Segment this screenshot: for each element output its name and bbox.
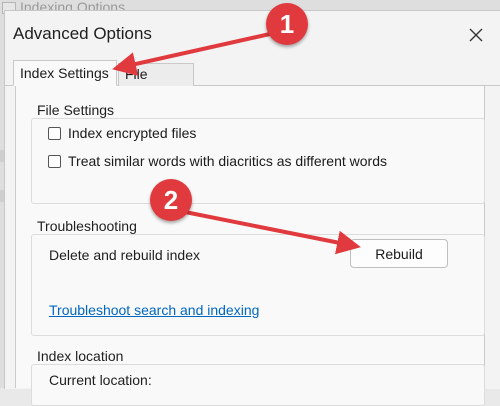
close-button[interactable] bbox=[460, 21, 492, 49]
index-location-label: Index location bbox=[37, 348, 124, 364]
close-icon bbox=[469, 28, 483, 42]
tab-index-settings[interactable]: Index Settings bbox=[13, 60, 117, 86]
tab-file-types[interactable]: File Types bbox=[118, 63, 194, 102]
diacritics-checkbox[interactable]: Treat similar words with diacritics as d… bbox=[48, 153, 387, 169]
file-settings-label: File Settings bbox=[37, 102, 115, 118]
rebuild-button[interactable]: Rebuild bbox=[350, 239, 448, 268]
troubleshooting-label: Troubleshooting bbox=[37, 218, 137, 234]
index-encrypted-files-checkbox[interactable]: Index encrypted files bbox=[48, 125, 196, 141]
annotation-badge-1: 1 bbox=[266, 3, 308, 45]
checkbox-label: Index encrypted files bbox=[68, 125, 197, 141]
checkbox-label: Treat similar words with diacritics as d… bbox=[68, 153, 387, 169]
checkbox-box[interactable] bbox=[48, 126, 61, 140]
current-location-label: Current location: bbox=[49, 372, 152, 388]
troubleshoot-link[interactable]: Troubleshoot search and indexing bbox=[49, 302, 259, 318]
rebuild-description: Delete and rebuild index bbox=[49, 247, 200, 263]
checkbox-box[interactable] bbox=[48, 154, 61, 168]
annotation-badge-2: 2 bbox=[150, 179, 192, 221]
dialog-title: Advanced Options bbox=[13, 24, 152, 43]
